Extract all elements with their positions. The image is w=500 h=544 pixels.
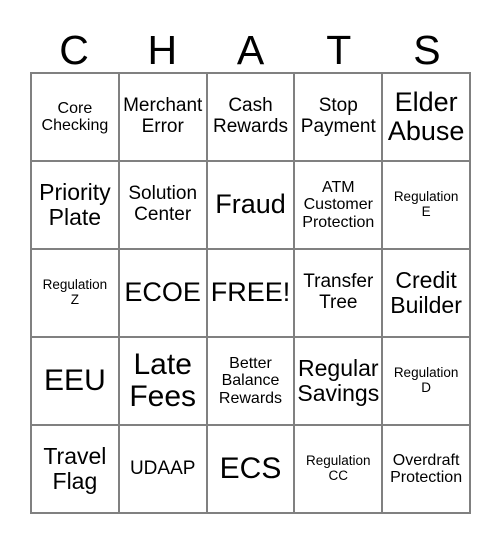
bingo-cell-label: Overdraft Protection	[390, 451, 463, 486]
bingo-cell-label: Regulation Z	[42, 277, 108, 307]
bingo-cell-label: Solution Center	[128, 183, 198, 225]
bingo-cell[interactable]: Solution Center	[119, 162, 208, 250]
bingo-cell[interactable]: Elder Abuse	[383, 74, 471, 162]
bingo-cell-label: Late Fees	[129, 347, 197, 413]
bingo-header-letter-c: C	[59, 27, 89, 73]
bingo-cell[interactable]: Overdraft Protection	[383, 426, 471, 514]
bingo-cell[interactable]: Merchant Error	[119, 74, 208, 162]
bingo-cell-label: ATM Customer Protection	[302, 179, 375, 231]
bingo-header-letter-t: T	[326, 27, 352, 73]
bingo-cell-label: Regular Savings	[297, 355, 380, 406]
bingo-cell[interactable]: Stop Payment	[295, 74, 384, 162]
bingo-cell[interactable]: Transfer Tree	[295, 250, 384, 338]
bingo-cell-label: UDAAP	[129, 457, 196, 479]
bingo-cell-label: Travel Flag	[43, 443, 107, 494]
bingo-cell-label: Regulation CC	[306, 453, 371, 483]
bingo-header-letters: CHATS	[30, 22, 471, 72]
bingo-cell[interactable]: Regulation E	[383, 162, 471, 250]
bingo-cell-label: Regulation E	[393, 189, 459, 219]
bingo-cell-label: Transfer Tree	[303, 271, 374, 313]
bingo-cell[interactable]: Core Checking	[32, 74, 120, 162]
bingo-cell-label: Regulation D	[393, 365, 459, 395]
bingo-cell[interactable]: Regulation CC	[295, 426, 384, 514]
bingo-cell-label: ECS	[219, 451, 282, 485]
bingo-cell-label: Core Checking	[41, 99, 109, 134]
bingo-header-letter-h: H	[147, 27, 178, 73]
bingo-cell[interactable]: ATM Customer Protection	[295, 162, 384, 250]
bingo-cell-label: Fraud	[215, 189, 286, 220]
bingo-cell-label: FREE!	[210, 277, 291, 308]
bingo-cell[interactable]: ECOE	[119, 250, 208, 338]
bingo-cell[interactable]: Credit Builder	[383, 250, 471, 338]
bingo-cell-label: Merchant Error	[123, 95, 203, 137]
bingo-cell-label: Elder Abuse	[387, 86, 465, 146]
bingo-header-letter-s: S	[413, 27, 441, 73]
bingo-cell-label: Better Balance Rewards	[218, 355, 283, 407]
bingo-cell-label: Stop Payment	[300, 95, 376, 137]
bingo-cell-label: Cash Rewards	[213, 95, 288, 137]
bingo-cell[interactable]: Regulation Z	[32, 250, 120, 338]
bingo-cell-label: Priority Plate	[39, 179, 111, 230]
bingo-cell-label: Credit Builder	[390, 267, 462, 318]
bingo-cell[interactable]: Travel Flag	[32, 426, 120, 514]
bingo-cell[interactable]: Late Fees	[119, 338, 208, 426]
bingo-cell[interactable]: Cash Rewards	[207, 74, 296, 162]
bingo-cell[interactable]: ECS	[207, 426, 296, 514]
bingo-cell-label: EEU	[44, 363, 106, 397]
bingo-grid: Core Checking Merchant Error Cash Rewards S…	[30, 72, 471, 514]
bingo-cell[interactable]: UDAAP	[119, 426, 208, 514]
bingo-cell[interactable]: Regular Savings	[295, 338, 384, 426]
bingo-card: C H A T S Core Checking Merchant Error Cash Re…	[0, 0, 500, 544]
bingo-cell[interactable]: EEU	[32, 338, 120, 426]
bingo-cell[interactable]: Better Balance Rewards	[207, 338, 296, 426]
bingo-cell[interactable]: Regulation D	[383, 338, 471, 426]
bingo-cell[interactable]: Fraud	[207, 162, 296, 250]
bingo-cell-label: ECOE	[124, 277, 201, 308]
bingo-cell[interactable]: Priority Plate	[32, 162, 120, 250]
bingo-header-letter-a: A	[236, 27, 265, 73]
bingo-cell-free-space[interactable]: FREE!	[207, 250, 296, 338]
